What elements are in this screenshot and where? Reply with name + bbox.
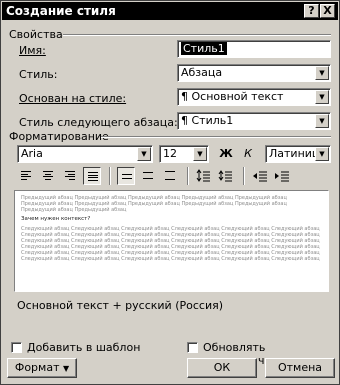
next-style-select[interactable]: ¶ Стиль1 ▼ bbox=[177, 112, 331, 130]
single-spacing-icon bbox=[122, 174, 132, 179]
preview-sample-text: Зачем нужен контекст? bbox=[21, 216, 91, 222]
add-to-template-label: Добавить в шаблон bbox=[27, 341, 141, 354]
window-title: Создание стиля bbox=[6, 4, 116, 18]
increase-indent-button[interactable] bbox=[273, 167, 291, 185]
preview-previous-paragraph: Предыдущий абзац Предыдущий абзац Предыд… bbox=[21, 195, 287, 213]
style-type-select[interactable]: Абзаца ▼ bbox=[177, 64, 331, 82]
indent-icon bbox=[275, 171, 289, 182]
script-select[interactable]: Латиница ▼ bbox=[265, 145, 331, 163]
style-description: Основной текст + русский (Россия) bbox=[17, 299, 223, 312]
single-spacing-button[interactable] bbox=[117, 167, 135, 185]
chevron-down-icon[interactable]: ▼ bbox=[315, 90, 329, 104]
space-up-icon bbox=[196, 169, 210, 182]
based-on-value: ¶ Основной текст bbox=[181, 90, 284, 103]
toolbar-separator bbox=[243, 167, 245, 185]
based-on-select[interactable]: ¶ Основной текст ▼ bbox=[177, 88, 331, 106]
chevron-down-icon[interactable]: ▼ bbox=[315, 114, 329, 128]
format-button[interactable]: Формат ▼ bbox=[7, 358, 77, 378]
toolbar-separator bbox=[187, 167, 189, 185]
properties-group-label: Свойства bbox=[9, 28, 63, 41]
format-button-label: Формат bbox=[14, 361, 60, 374]
align-right-icon bbox=[65, 171, 75, 180]
bold-button[interactable]: Ж bbox=[217, 145, 235, 163]
new-style-dialog: Создание стиля ? X Свойства Имя: Стиль1 … bbox=[0, 0, 340, 385]
paragraph-toolbar bbox=[17, 167, 331, 185]
align-justify-button[interactable] bbox=[83, 167, 101, 185]
font-select[interactable]: Aria ▼ bbox=[17, 145, 153, 163]
next-style-label: Стиль следующего абзаца: bbox=[19, 116, 178, 129]
align-left-button[interactable] bbox=[17, 167, 35, 185]
outdent-icon bbox=[253, 171, 267, 182]
name-input[interactable]: Стиль1 bbox=[177, 40, 331, 58]
based-on-label: Основан на стиле: bbox=[19, 92, 127, 105]
align-center-button[interactable] bbox=[39, 167, 57, 185]
style-type-value: Абзаца bbox=[181, 66, 223, 79]
double-spacing-button[interactable] bbox=[161, 167, 179, 185]
chevron-down-icon[interactable]: ▼ bbox=[193, 147, 207, 161]
title-bar: Создание стиля ? X bbox=[2, 2, 338, 20]
space-before-up-button[interactable] bbox=[195, 167, 213, 185]
align-justify-icon bbox=[88, 172, 98, 181]
space-down-icon bbox=[218, 170, 232, 182]
double-spacing-icon bbox=[165, 171, 175, 180]
next-style-value: ¶ Стиль1 bbox=[181, 114, 234, 127]
font-value: Aria bbox=[21, 147, 43, 160]
name-label: Имя: bbox=[19, 44, 46, 57]
one-half-spacing-icon bbox=[143, 172, 153, 179]
preview-next-paragraph: Следующий абзац Следующий абзац Следующи… bbox=[21, 225, 320, 262]
italic-button[interactable]: К bbox=[239, 145, 257, 163]
triangle-down-icon: ▼ bbox=[62, 364, 70, 373]
align-center-icon bbox=[43, 171, 53, 180]
align-right-button[interactable] bbox=[61, 167, 79, 185]
chevron-down-icon[interactable]: ▼ bbox=[315, 147, 329, 161]
one-half-spacing-button[interactable] bbox=[139, 167, 157, 185]
space-before-down-button[interactable] bbox=[217, 167, 235, 185]
name-value: Стиль1 bbox=[181, 42, 227, 55]
formatting-divider bbox=[101, 136, 331, 138]
cancel-button[interactable]: Отмена bbox=[265, 358, 335, 378]
align-left-icon bbox=[21, 171, 31, 180]
ok-button[interactable]: ОК bbox=[187, 358, 257, 378]
decrease-indent-button[interactable] bbox=[251, 167, 269, 185]
properties-divider bbox=[63, 34, 331, 36]
help-button[interactable]: ? bbox=[304, 4, 319, 18]
close-button[interactable]: X bbox=[320, 4, 335, 18]
chevron-down-icon[interactable]: ▼ bbox=[137, 147, 151, 161]
style-preview: Предыдущий абзац Предыдущий абзац Предыд… bbox=[14, 190, 329, 292]
formatting-group-label: Форматирование bbox=[9, 130, 109, 143]
size-select[interactable]: 12 ▼ bbox=[159, 145, 209, 163]
auto-update-checkbox[interactable] bbox=[187, 342, 198, 353]
style-type-label: Стиль: bbox=[19, 68, 58, 81]
add-to-template-checkbox[interactable] bbox=[11, 342, 22, 353]
chevron-down-icon[interactable]: ▼ bbox=[315, 66, 329, 80]
size-value: 12 bbox=[163, 147, 177, 160]
toolbar-separator bbox=[109, 167, 111, 185]
